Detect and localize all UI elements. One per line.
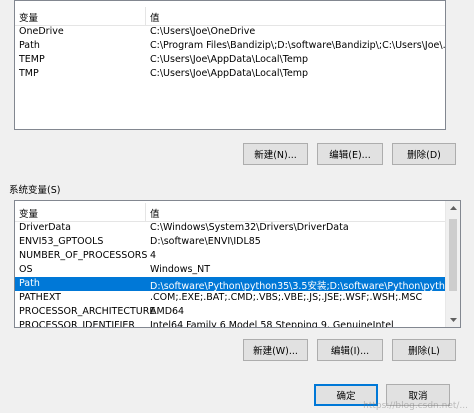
scroll-up-icon[interactable] (446, 201, 460, 215)
system-var-row[interactable]: NUMBER_OF_PROCESSORS 4 (15, 249, 445, 263)
header-name[interactable]: 变量 (19, 10, 38, 24)
system-variables-header: 变量 值 (15, 203, 460, 222)
system-variables-list[interactable]: 变量 值 DriverData C:\Windows\System32\Driv… (14, 200, 461, 328)
user-delete-button[interactable]: 删除(D) (392, 143, 456, 165)
user-var-row[interactable]: TMP C:\Users\Joe\AppData\Local\Temp (15, 67, 445, 81)
header-value[interactable]: 值 (150, 206, 160, 220)
header-name[interactable]: 变量 (19, 206, 38, 220)
watermark: https://blog.csdn.net/... (363, 401, 468, 411)
system-var-row[interactable]: ENVI53_GPTOOLS D:\software\ENVI\IDL85 (15, 235, 445, 249)
system-var-row[interactable]: PROCESSOR_IDENTIFIER Intel64 Family 6 Mo… (15, 319, 445, 327)
system-variables-label: 系统变量(S) (9, 185, 61, 196)
system-var-row[interactable]: DriverData C:\Windows\System32\Drivers\D… (15, 221, 445, 235)
scroll-down-icon[interactable] (446, 313, 460, 327)
user-edit-button[interactable]: 编辑(E)... (317, 143, 383, 165)
header-value[interactable]: 值 (150, 10, 160, 24)
user-new-button[interactable]: 新建(N)... (243, 143, 308, 165)
system-var-row[interactable]: PATHEXT .COM;.EXE;.BAT;.CMD;.VBS;.VBE;.J… (15, 291, 445, 305)
system-var-row-selected[interactable]: Path D:\software\Python\python35\3.5安装;D… (15, 277, 454, 292)
user-var-row[interactable]: Path C:\Program Files\Bandizip\;D:\softw… (15, 39, 445, 53)
system-var-row[interactable]: PROCESSOR_ARCHITECTURE AMD64 (15, 305, 445, 319)
scroll-thumb[interactable] (449, 219, 457, 291)
user-var-row[interactable]: TEMP C:\Users\Joe\AppData\Local\Temp (15, 53, 445, 67)
user-variables-list[interactable]: 变量 值 OneDrive C:\Users\Joe\OneDrive Path… (14, 0, 446, 130)
system-var-row[interactable]: OS Windows_NT (15, 263, 445, 277)
system-variables-scrollbar[interactable] (445, 201, 460, 327)
system-delete-button[interactable]: 删除(L) (392, 339, 456, 361)
user-variables-header: 变量 值 (15, 7, 445, 26)
system-edit-button[interactable]: 编辑(I)... (317, 339, 383, 361)
system-new-button[interactable]: 新建(W)... (243, 339, 308, 361)
user-var-row[interactable]: OneDrive C:\Users\Joe\OneDrive (15, 25, 445, 39)
